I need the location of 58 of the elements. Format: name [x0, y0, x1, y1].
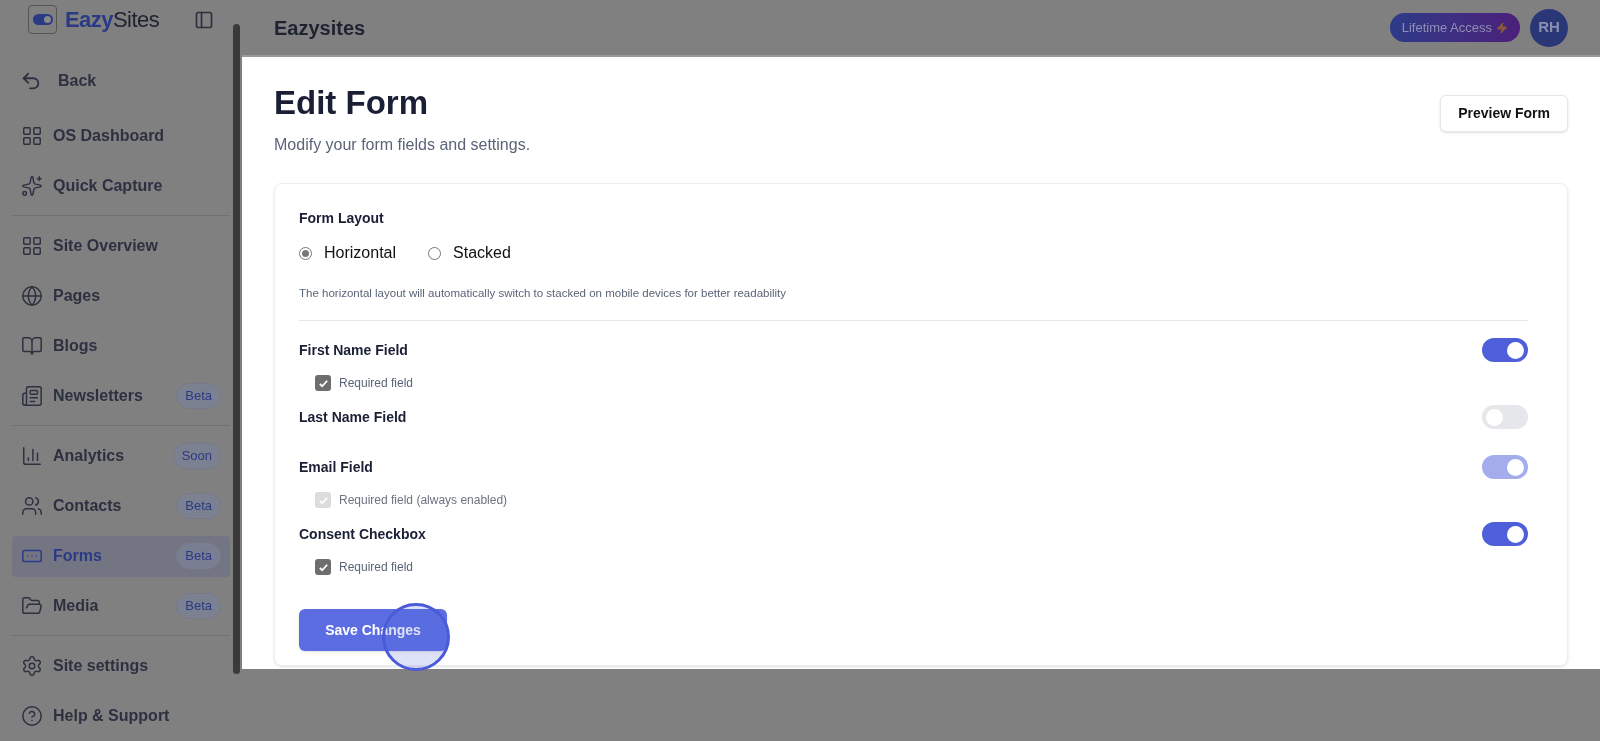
- status-badge: Soon: [172, 443, 221, 469]
- checkmark-icon: [317, 377, 329, 389]
- field-label: Consent Checkbox: [299, 524, 426, 544]
- back-link[interactable]: Back: [20, 69, 222, 93]
- layout-radio[interactable]: Horizontal: [299, 241, 397, 265]
- sidebar-item[interactable]: Forms Beta: [12, 535, 230, 577]
- sidebar-toggle-icon[interactable]: [194, 9, 214, 30]
- sparkles-icon: [21, 175, 43, 197]
- sidebar-item[interactable]: Blogs: [12, 325, 230, 367]
- lightning-icon: [1496, 21, 1508, 34]
- sidebar-item[interactable]: Site Overview: [12, 225, 230, 267]
- section-label: Form Layout: [299, 209, 385, 228]
- layout-hint: The horizontal layout will automatically switch to stacked on mobile devices for better readability: [299, 286, 788, 301]
- folder-icon: [21, 595, 43, 617]
- logo-icon: [28, 5, 57, 34]
- status-badge: Beta: [176, 593, 221, 619]
- sidebar-item[interactable]: Site settings: [12, 645, 230, 687]
- back-arrow-icon: [20, 70, 42, 92]
- field-label: First Name Field: [299, 340, 408, 360]
- user-avatar[interactable]: RH: [1530, 8, 1568, 47]
- page-title: Edit Form: [274, 83, 429, 123]
- header-title: Eazysites: [274, 15, 366, 41]
- users-icon: [21, 495, 43, 517]
- field-label: Last Name Field: [299, 407, 407, 427]
- status-badge: Beta: [176, 543, 221, 569]
- checkmark-icon: [317, 561, 329, 573]
- required-checkbox[interactable]: Required field: [315, 372, 1528, 395]
- status-badge: Beta: [176, 493, 221, 519]
- required-checkbox[interactable]: Required field: [315, 556, 1528, 579]
- sidebar-item[interactable]: Contacts Beta: [12, 485, 230, 527]
- layout-radio[interactable]: Stacked: [428, 241, 511, 265]
- globe-icon: [21, 285, 43, 307]
- sidebar-item[interactable]: Pages: [12, 275, 230, 317]
- sidebar-item[interactable]: Media Beta: [12, 585, 230, 627]
- book-icon: [21, 335, 43, 357]
- grid-icon: [21, 235, 43, 257]
- sidebar-item[interactable]: Analytics Soon: [12, 435, 230, 477]
- grid-icon: [21, 125, 43, 147]
- checkmark-icon: [317, 494, 329, 506]
- toggle-switch[interactable]: [1482, 522, 1528, 547]
- plan-badge[interactable]: Lifetime Access: [1389, 13, 1520, 42]
- field-label: Email Field: [299, 457, 373, 477]
- newspaper-icon: [21, 385, 43, 407]
- status-badge: Beta: [176, 383, 221, 409]
- sidebar-item[interactable]: Newsletters Beta: [12, 375, 230, 417]
- page-subtitle: Modify your form fields and settings.: [274, 135, 531, 155]
- save-changes-button[interactable]: Save Changes: [299, 609, 447, 652]
- toggle-switch[interactable]: [1482, 338, 1528, 363]
- help-icon: [21, 705, 43, 727]
- scrollbar[interactable]: [233, 24, 240, 674]
- logo-text: EazySites: [65, 6, 160, 34]
- preview-form-button[interactable]: Preview Form: [1440, 95, 1568, 132]
- sidebar-item[interactable]: Quick Capture: [12, 165, 230, 207]
- toggle-switch[interactable]: [1482, 405, 1528, 430]
- sidebar-item[interactable]: Help & Support: [12, 695, 230, 737]
- sidebar-item[interactable]: OS Dashboard: [12, 115, 230, 157]
- bar-chart-icon: [21, 445, 43, 467]
- settings-icon: [21, 655, 43, 677]
